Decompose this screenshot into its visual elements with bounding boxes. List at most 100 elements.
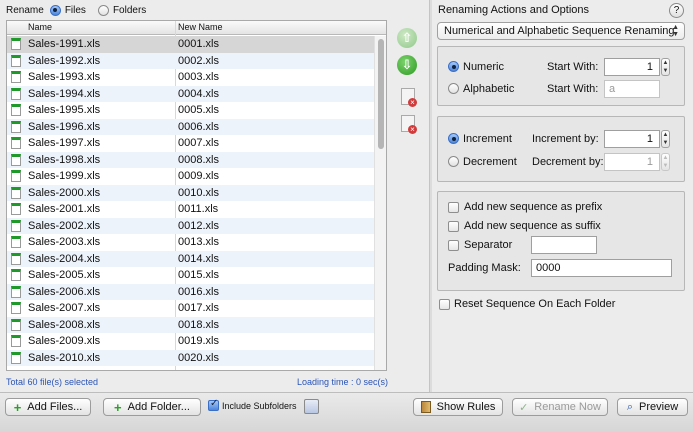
excel-file-icon <box>11 302 21 314</box>
table-row[interactable]: Sales-1994.xls 0004.xls <box>7 85 376 102</box>
prefix-label: Add new sequence as prefix <box>464 201 603 213</box>
excel-file-icon <box>11 186 21 199</box>
bottom-toolbar: + Add Files... + Add Folder... Include S… <box>0 392 693 432</box>
rename-folders-radio[interactable]: Folders <box>97 4 146 16</box>
preview-label: Preview <box>639 401 679 413</box>
excel-file-icon <box>11 87 21 100</box>
alpha-start-field[interactable]: a <box>604 80 660 98</box>
table-row[interactable]: Sales-2010.xls 0020.xls <box>7 349 376 366</box>
table-row[interactable]: Sales-1996.xls 0006.xls <box>7 118 376 135</box>
numeric-radio[interactable] <box>448 61 459 72</box>
decrement-by-label: Decrement by: <box>532 156 604 168</box>
magnifier-icon: ⌕ <box>626 400 634 413</box>
table-row[interactable]: Sales-1992.xls 0002.xls <box>7 52 376 69</box>
table-row[interactable]: Sales-2003.xls 0013.xls <box>7 234 376 251</box>
table-row[interactable]: Sales-2005.xls 0015.xls <box>7 267 376 284</box>
rename-now-button[interactable]: ✓ Rename Now <box>512 398 608 416</box>
prefix-checkbox[interactable] <box>448 202 459 213</box>
decrement-label: Decrement <box>463 156 517 168</box>
increment-label: Increment <box>463 133 512 145</box>
increment-radio[interactable] <box>448 133 459 144</box>
help-button[interactable]: ? <box>669 3 684 18</box>
include-subfolders-checkbox[interactable] <box>208 398 219 411</box>
add-folder-button[interactable]: + Add Folder... <box>103 398 201 416</box>
table-row[interactable]: Sales-1993.xls 0003.xls <box>7 69 376 86</box>
separator-checkbox[interactable] <box>448 240 459 251</box>
column-header-name[interactable]: Name <box>28 22 52 32</box>
table-header: Name New Name <box>7 21 386 35</box>
radio-off-icon <box>97 4 109 16</box>
table-scrollbar[interactable] <box>374 36 386 370</box>
table-row[interactable]: Sales-2009.xls 0019.xls <box>7 333 376 350</box>
alphabetic-radio[interactable] <box>448 83 459 94</box>
table-row[interactable]: Sales-1991.xls 0001.xls <box>7 36 376 53</box>
remove-selected-button[interactable] <box>401 88 417 107</box>
options-pane: Renaming Actions and Options ? Numerical… <box>432 0 693 392</box>
new-filename: 0003.xls <box>178 71 219 83</box>
sequence-type-group: Numeric Start With: 1 ▲ ▼ Alphabetic Star… <box>437 46 685 106</box>
excel-file-icon <box>11 203 21 215</box>
table-row[interactable]: Sales-1999.xls 0009.xls <box>7 168 376 185</box>
excel-file-icon <box>11 335 21 347</box>
filter-settings-button[interactable] <box>304 399 319 414</box>
table-row[interactable]: Sales-1995.xls 0005.xls <box>7 102 376 119</box>
column-header-new-name[interactable]: New Name <box>178 22 223 32</box>
original-filename: Sales-1995.xls <box>28 104 101 116</box>
original-filename: Sales-1993.xls <box>28 71 101 83</box>
increment-by-label: Increment by: <box>532 133 599 145</box>
numeric-start-label: Start With: <box>547 61 599 73</box>
decrement-radio[interactable] <box>448 156 459 167</box>
table-row[interactable]: Sales-2004.xls 0014.xls <box>7 250 376 267</box>
scroll-thumb[interactable] <box>378 39 384 149</box>
padding-mask-label: Padding Mask: <box>448 262 521 274</box>
separator-field[interactable] <box>531 236 597 254</box>
table-row[interactable]: Sales-2007.xls 0017.xls <box>7 300 376 317</box>
rules-book-icon <box>420 401 431 413</box>
add-files-button[interactable]: + Add Files... <box>5 398 91 416</box>
original-filename: Sales-2006.xls <box>28 285 101 298</box>
new-filename: 0017.xls <box>178 302 219 314</box>
new-filename: 0011.xls <box>178 203 219 215</box>
table-row[interactable]: Sales-1998.xls 0008.xls <box>7 151 376 168</box>
rename-now-label: Rename Now <box>534 401 601 413</box>
excel-file-icon <box>11 219 21 232</box>
select-arrows-icon: ▲ ▼ <box>672 24 679 38</box>
excel-file-icon <box>11 54 21 67</box>
excel-file-icon <box>11 71 21 83</box>
padding-mask-field[interactable]: 0000 <box>531 259 672 277</box>
original-filename: Sales-2008.xls <box>28 318 101 331</box>
new-filename: 0009.xls <box>178 170 219 182</box>
rename-target-bar: Rename Files Folders <box>6 3 146 17</box>
excel-file-icon <box>11 252 21 265</box>
file-table: Name New Name Sales-1991.xls 0001.xls Sale… <box>6 20 387 371</box>
table-row[interactable]: Sales-1997.xls 0007.xls <box>7 135 376 152</box>
new-filename: 0016.xls <box>178 285 219 298</box>
remove-all-button[interactable] <box>401 115 417 134</box>
move-down-button[interactable]: ⇩ <box>397 55 417 75</box>
suffix-checkbox[interactable] <box>448 221 459 232</box>
numeric-start-stepper[interactable]: ▲ ▼ <box>661 58 670 76</box>
table-row[interactable]: Sales-2002.xls 0012.xls <box>7 217 376 234</box>
move-up-button[interactable]: ⇧ <box>397 28 417 48</box>
preview-button[interactable]: ⌕ Preview <box>617 398 688 416</box>
rename-files-radio[interactable]: Files <box>49 4 86 16</box>
show-rules-button[interactable]: Show Rules <box>413 398 503 416</box>
new-filename: 0005.xls <box>178 104 219 116</box>
reset-sequence-checkbox[interactable] <box>439 299 450 310</box>
decrement-by-stepper[interactable]: ▲ ▼ <box>661 153 670 171</box>
new-filename: 0020.xls <box>178 351 219 364</box>
table-row[interactable]: Sales-2006.xls 0016.xls <box>7 283 376 300</box>
new-filename: 0008.xls <box>178 153 219 166</box>
numeric-start-field[interactable]: 1 <box>604 58 660 76</box>
renaming-action-select[interactable]: Numerical and Alphabetic Sequence Renami… <box>437 22 685 40</box>
original-filename: Sales-2002.xls <box>28 219 101 232</box>
table-row[interactable]: Sales-2008.xls 0018.xls <box>7 316 376 333</box>
original-filename: Sales-1997.xls <box>28 137 101 149</box>
increment-by-stepper[interactable]: ▲ ▼ <box>661 130 670 148</box>
plus-icon: + <box>13 399 22 415</box>
increment-by-field[interactable]: 1 <box>604 130 660 148</box>
table-row[interactable]: Sales-2001.xls 0011.xls <box>7 201 376 218</box>
decrement-by-field[interactable]: 1 <box>604 153 660 171</box>
plus-icon: + <box>114 399 122 415</box>
table-row[interactable]: Sales-2000.xls 0010.xls <box>7 184 376 201</box>
